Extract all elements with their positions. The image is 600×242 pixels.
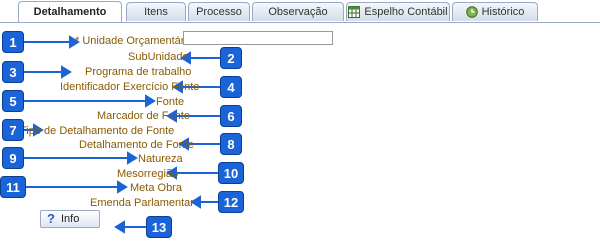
label-mesorregiao: Mesorregião (117, 168, 179, 180)
annotation-marker-11: 11 (0, 176, 26, 198)
annotation-marker-13: 13 (146, 216, 172, 238)
annotation-marker-7: 7 (2, 119, 24, 141)
annotation-marker-3: 3 (2, 61, 24, 83)
label-natureza: Natureza (138, 153, 183, 165)
label-tipo-detalhamento-fonte: Tipo de Detalhamento de Fonte (20, 125, 175, 137)
label-identificador-exercicio-fonte: Identificador Exercício Fonte (60, 81, 200, 93)
annotation-marker-9: 9 (2, 147, 24, 169)
annotation-marker-4: 4 (220, 76, 242, 98)
annotation-marker-5: 5 (2, 90, 24, 112)
label-emenda-parlamentar: Emenda Parlamentar (90, 197, 194, 209)
info-button-label: Info (61, 213, 80, 225)
annotation-marker-1: 1 (2, 31, 24, 53)
annotation-marker-10: 10 (218, 162, 244, 184)
tab-label: Detalhamento (33, 6, 107, 18)
label-unidade-orcamentaria: * Unidade Orçamentária (75, 35, 194, 47)
annotation-marker-6: 6 (220, 105, 242, 127)
label-meta-obra: Meta Obra (130, 182, 182, 194)
info-button[interactable]: ? Info (40, 210, 100, 228)
label-detalhamento-fonte: Detalhamento de Fonte (79, 139, 194, 151)
svg-text:?: ? (47, 212, 55, 224)
label-programa-trabalho: Programa de trabalho (85, 66, 192, 78)
annotation-marker-8: 8 (220, 133, 242, 155)
label-marcador-fonte: Marcador de Fonte (97, 110, 190, 122)
help-icon: ? (45, 211, 57, 227)
label-fonte: Fonte (156, 96, 185, 108)
annotation-marker-2: 2 (220, 47, 242, 69)
unidade-orcamentaria-input[interactable] (183, 31, 333, 45)
tab-detalhamento[interactable]: Detalhamento (18, 1, 122, 22)
label-subunidade: SubUnidade (128, 51, 189, 63)
annotation-marker-12: 12 (218, 191, 244, 213)
